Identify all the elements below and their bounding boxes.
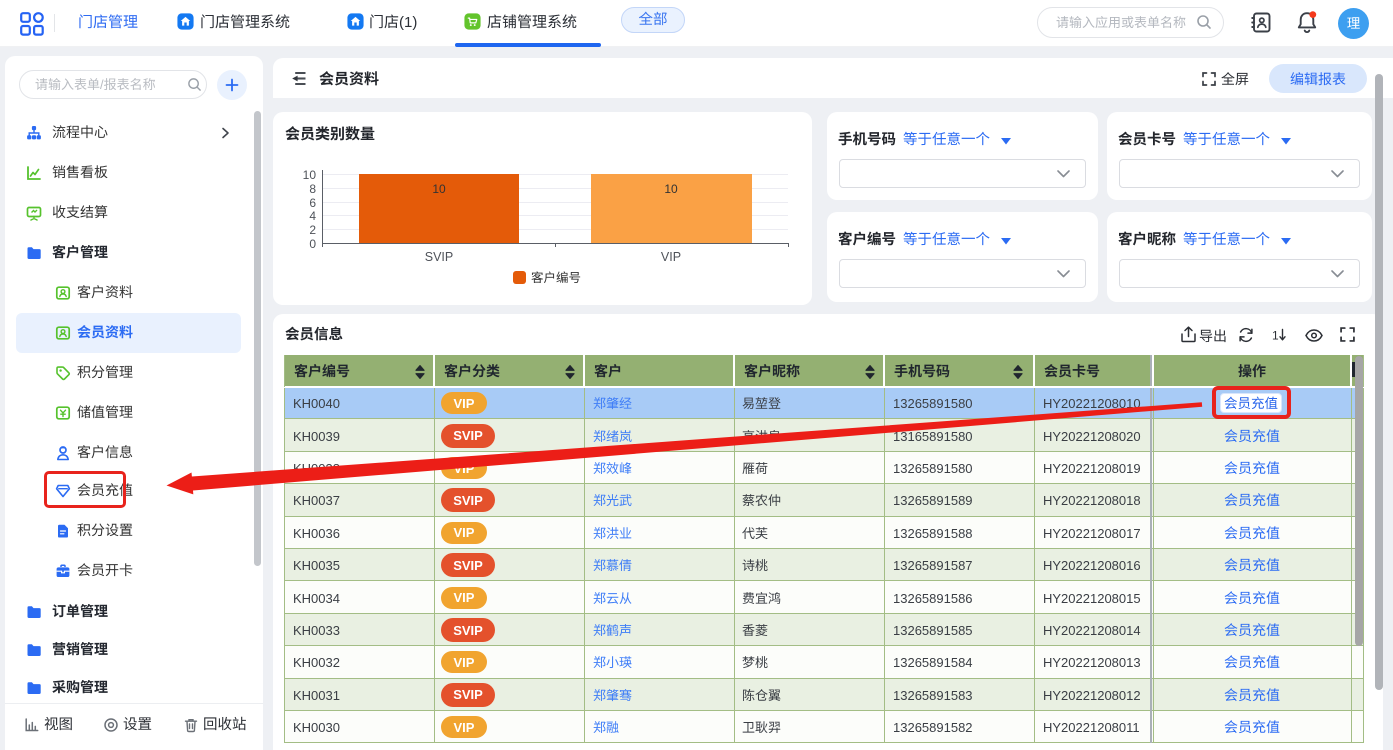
svg-text:1: 1 xyxy=(1272,329,1279,343)
